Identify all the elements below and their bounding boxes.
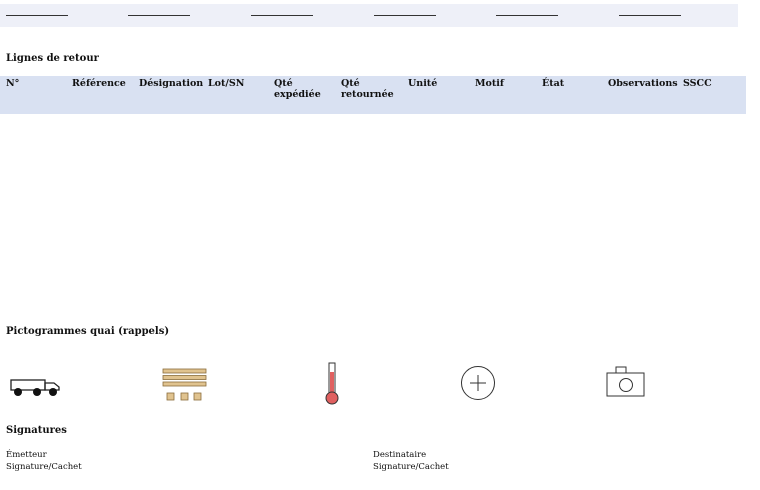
pallet-icon <box>162 368 207 401</box>
receiver-label: Destinataire <box>373 450 427 460</box>
blank-field-line[interactable] <box>619 15 681 16</box>
column-header: Lot/SN <box>208 78 245 89</box>
column-header: Motif <box>475 78 504 89</box>
section-title-return-lines: Lignes de retour <box>6 53 99 64</box>
camera-icon <box>606 366 645 397</box>
plus-circle-icon <box>461 366 495 400</box>
column-header: Qté retournée <box>341 78 394 100</box>
blank-field-line[interactable] <box>374 15 436 16</box>
blank-field-line[interactable] <box>128 15 190 16</box>
section-title-pictograms: Pictogrammes quai (rappels) <box>6 326 170 337</box>
column-header: Unité <box>408 78 438 89</box>
receiver-signature-field[interactable]: Signature/Cachet <box>373 462 449 473</box>
sender-label: Émetteur <box>6 450 47 460</box>
section-title-signatures: Signatures <box>6 425 67 436</box>
blank-field-line[interactable] <box>251 15 313 16</box>
column-header: Désignation <box>139 78 204 89</box>
blank-field-line[interactable] <box>6 15 68 16</box>
column-header: État <box>542 78 565 89</box>
column-header: Référence <box>72 78 126 89</box>
blank-field-line[interactable] <box>496 15 558 16</box>
thermometer-icon <box>325 362 339 405</box>
column-header: SSCC <box>683 78 712 89</box>
column-header: Qté expédiée <box>274 78 321 100</box>
column-header: Observations <box>608 78 678 89</box>
return-lines-table-header: N° Référence Désignation Lot/SN Qté expé… <box>0 76 746 114</box>
sender-signature-field[interactable]: Signature/Cachet <box>6 462 82 473</box>
truck-icon <box>10 379 60 396</box>
column-header: N° <box>6 78 20 89</box>
